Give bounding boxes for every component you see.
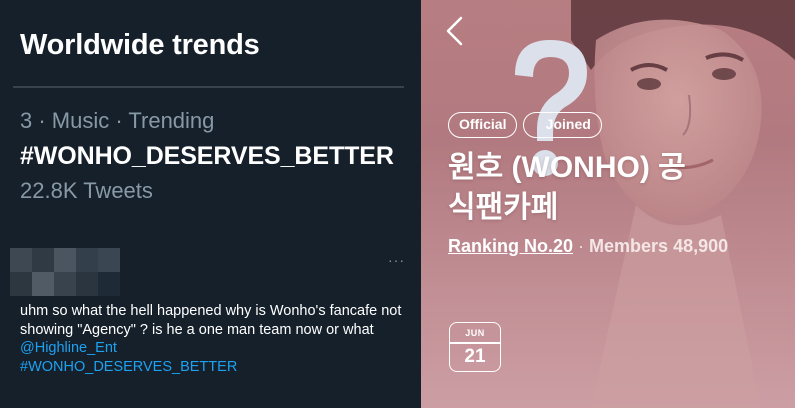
calendar-month: JUN — [465, 328, 485, 338]
mention-link[interactable]: @Highline_Ent — [20, 340, 117, 356]
divider — [13, 86, 404, 88]
fancafe-profile-panel: Official Joined 원호 (WONHO) 공 식팬카페 Rankin… — [421, 0, 795, 408]
official-badge: Official — [448, 112, 518, 138]
avatar[interactable] — [10, 248, 120, 296]
calendar-day: 21 — [464, 345, 486, 367]
calendar-icon[interactable]: JUN 21 — [449, 322, 501, 372]
tweet-text: uhm so what the hell happened why is Won… — [20, 302, 415, 376]
divider — [450, 342, 500, 344]
more-horizontal-icon[interactable]: ··· — [388, 252, 405, 268]
hashtag-link[interactable]: #WONHO_DESERVES_BETTER — [20, 359, 237, 375]
ranking-link[interactable]: Ranking No.20 — [448, 236, 573, 256]
chevron-left-icon[interactable] — [443, 16, 467, 46]
members-count: Members 48,900 — [589, 236, 729, 256]
trend-tweet-count: 22.8K Tweets — [20, 178, 153, 203]
page-title: Worldwide trends — [20, 29, 260, 61]
twitter-trend-panel: Worldwide trends 3 · Music · Trending #W… — [0, 0, 421, 408]
joined-label: Joined — [545, 116, 591, 132]
joined-badge[interactable]: Joined — [523, 112, 602, 138]
trend-category: 3 · Music · Trending — [20, 108, 215, 133]
tweet-text-body: uhm so what the hell happened why is Won… — [20, 303, 402, 338]
separator: · — [573, 236, 590, 256]
trend-hashtag-link[interactable]: #WONHO_DESERVES_BETTER — [20, 142, 394, 171]
cafe-name-line-1: 원호 (WONHO) 공 — [448, 151, 686, 184]
cafe-name: 원호 (WONHO) 공 식팬카페 — [448, 148, 788, 228]
cafe-name-line-2: 식팬카페 — [448, 191, 559, 224]
cafe-stats: Ranking No.20 · Members 48,900 — [448, 236, 728, 257]
